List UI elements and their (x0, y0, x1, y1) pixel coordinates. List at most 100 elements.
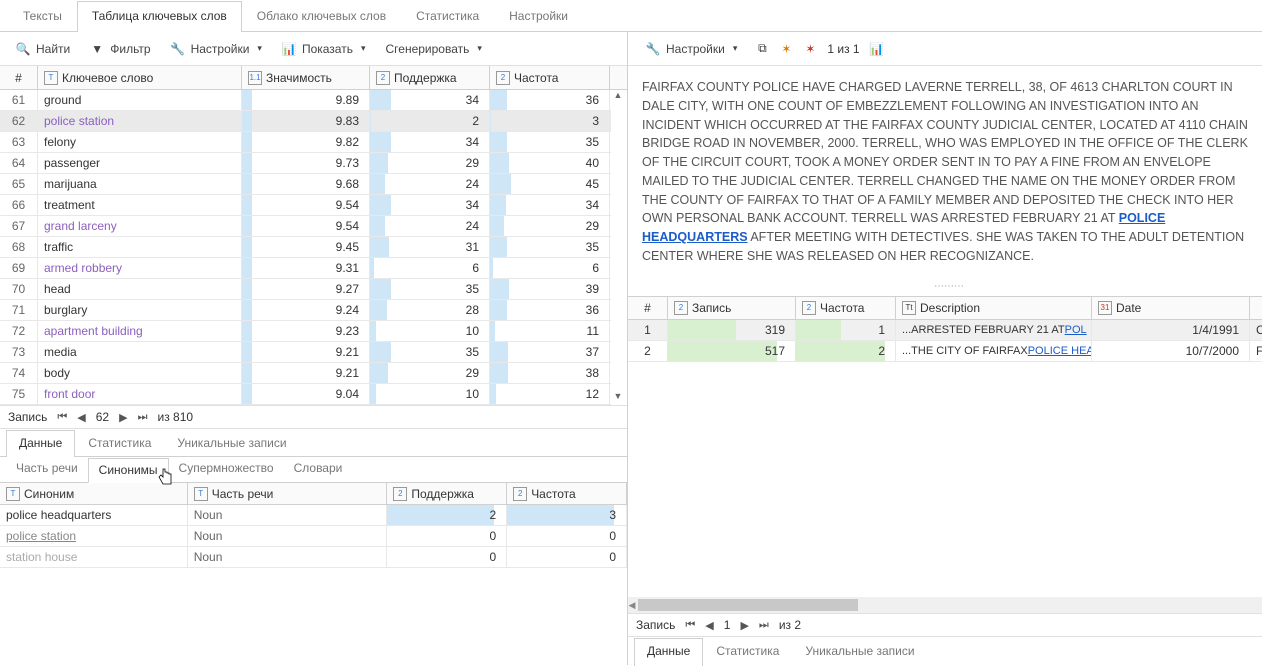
keyword-cell: media (38, 342, 242, 362)
table-row[interactable]: 73media9.213537 (0, 342, 611, 363)
significance-cell: 9.31 (242, 258, 370, 278)
tab-keyword-cloud[interactable]: Облако ключевых слов (242, 1, 401, 32)
row-number: 65 (0, 174, 38, 194)
innertab-superset[interactable]: Супермножество (169, 457, 284, 482)
significance-cell: 9.73 (242, 153, 370, 173)
table-row[interactable]: 70head9.273539 (0, 279, 611, 300)
scroll-thumb[interactable] (638, 599, 858, 611)
dcol-date[interactable]: 31Date (1092, 297, 1250, 319)
description-cell: ...ARRESTED FEBRUARY 21 AT POL (896, 320, 1092, 340)
support-cell: 2 (370, 111, 490, 131)
tab-statistics[interactable]: Статистика (401, 1, 494, 32)
grid-header: # TКлючевое слово 1.1Значимость 2Поддерж… (0, 66, 627, 90)
table-row[interactable]: 66treatment9.543434 (0, 195, 611, 216)
last-record-button[interactable]: ⏭ (138, 411, 148, 424)
support-cell: 0 (387, 526, 507, 546)
prev-record-button[interactable]: ◀ (77, 411, 85, 424)
row-number: 1 (628, 320, 668, 340)
dcol-description[interactable]: TtDescription (896, 297, 1092, 319)
col-pos[interactable]: TЧасть речи (188, 483, 388, 504)
significance-cell: 9.27 (242, 279, 370, 299)
settings-button[interactable]: 🔧Настройки▾ (163, 38, 270, 60)
col-synonym[interactable]: TСиноним (0, 483, 188, 504)
rsubtab-data[interactable]: Данные (634, 638, 703, 666)
table-row[interactable]: 65marijuana9.682445 (0, 174, 611, 195)
table-row[interactable]: 64passenger9.732940 (0, 153, 611, 174)
scroll-up-icon[interactable]: ▲ (611, 90, 625, 104)
scroll-down-icon[interactable]: ▼ (611, 391, 625, 405)
row-number: 70 (0, 279, 38, 299)
first-record-button[interactable]: ⏮ (57, 411, 67, 424)
tab-settings[interactable]: Настройки (494, 1, 583, 32)
table-row[interactable]: 71burglary9.242836 (0, 300, 611, 321)
record-cell: 319 (668, 320, 796, 340)
right-pager: Запись ⏮ ◀ 1 ▶ ⏭ из 2 (628, 613, 1262, 637)
col-header-keyword[interactable]: TКлючевое слово (38, 66, 242, 89)
article-pre: FAIRFAX COUNTY POLICE HAVE CHARGED LAVER… (642, 80, 1248, 225)
frequency-cell: 0 (507, 547, 627, 567)
table-row[interactable]: 75front door9.041012 (0, 384, 611, 405)
next-record-button[interactable]: ▶ (119, 411, 127, 424)
grid-body[interactable]: 61ground9.89343662police station9.832363… (0, 90, 611, 405)
chart-icon[interactable]: 📊 (870, 42, 884, 56)
keyword-cell: treatment (38, 195, 242, 215)
frequency-cell: 6 (490, 258, 610, 278)
row-number: 73 (0, 342, 38, 362)
filter-button[interactable]: ▼Фильтр (82, 38, 158, 60)
table-row[interactable]: 68traffic9.453135 (0, 237, 611, 258)
table-row[interactable]: 74body9.212938 (0, 363, 611, 384)
synonym-row[interactable]: police headquartersNoun23 (0, 505, 627, 526)
synonym-row[interactable]: police stationNoun00 (0, 526, 627, 547)
subtab-data[interactable]: Данные (6, 430, 75, 457)
show-button[interactable]: 📊Показать▾ (274, 38, 374, 60)
last-record-button[interactable]: ⏭ (759, 619, 769, 632)
col-header-frequency[interactable]: 2Частота (490, 66, 610, 89)
col-header-support[interactable]: 2Поддержка (370, 66, 490, 89)
subtab-stats[interactable]: Статистика (75, 430, 164, 457)
dcol-number[interactable]: # (628, 297, 668, 319)
row-number: 72 (0, 321, 38, 341)
row-number: 67 (0, 216, 38, 236)
dcol-record[interactable]: 2Запись (668, 297, 796, 319)
table-row[interactable]: 67grand larceny9.542429 (0, 216, 611, 237)
rsubtab-unique[interactable]: Уникальные записи (792, 638, 927, 666)
horizontal-scrollbar[interactable]: ◀ ▶ (628, 597, 1262, 613)
first-record-button[interactable]: ⏮ (685, 619, 695, 632)
prev-record-button[interactable]: ◀ (705, 619, 713, 632)
innertab-dicts[interactable]: Словари (284, 457, 353, 482)
window-icon[interactable]: ⧉ (755, 42, 769, 56)
pos-cell: Noun (188, 547, 388, 567)
next-record-button[interactable]: ▶ (740, 619, 748, 632)
innertab-pos[interactable]: Часть речи (6, 457, 88, 482)
chevron-down-icon: ▾ (361, 43, 366, 54)
detail-row[interactable]: 25172...THE CITY OF FAIRFAX POLICE HEA10… (628, 341, 1262, 362)
dcol-frequency[interactable]: 2Частота (796, 297, 896, 319)
subtab-unique[interactable]: Уникальные записи (164, 430, 299, 457)
left-pager: Запись ⏮ ◀ 62 ▶ ⏭ из 810 (0, 405, 627, 429)
table-row[interactable]: 72apartment building9.231011 (0, 321, 611, 342)
dcol-extra[interactable] (1250, 297, 1262, 319)
innertab-synonyms[interactable]: Синонимы (88, 458, 169, 483)
col-header-number[interactable]: # (0, 66, 38, 89)
tab-texts[interactable]: Тексты (8, 1, 77, 32)
generate-button[interactable]: Сгенерировать▾ (377, 38, 489, 60)
synonym-row[interactable]: station houseNoun00 (0, 547, 627, 568)
find-button[interactable]: 🔍Найти (8, 38, 78, 60)
table-row[interactable]: 62police station9.8323 (0, 111, 611, 132)
col-header-significance[interactable]: 1.1Значимость (242, 66, 370, 89)
scroll-left-icon[interactable]: ◀ (628, 600, 636, 611)
star-left-icon[interactable]: ✶ (803, 42, 817, 56)
col-frequency[interactable]: 2Частота (507, 483, 627, 504)
detail-row[interactable]: 13191...ARRESTED FEBRUARY 21 AT POL1/4/1… (628, 320, 1262, 341)
support-cell: 34 (370, 195, 490, 215)
tab-keyword-table[interactable]: Таблица ключевых слов (77, 1, 242, 32)
table-row[interactable]: 69armed robbery9.3166 (0, 258, 611, 279)
col-support[interactable]: 2Поддержка (387, 483, 507, 504)
splitter[interactable]: ⋯⋯⋯ (628, 278, 1262, 296)
rsubtab-stats[interactable]: Статистика (703, 638, 792, 666)
table-row[interactable]: 63felony9.823435 (0, 132, 611, 153)
right-settings-button[interactable]: 🔧Настройки▾ (638, 38, 745, 60)
vertical-scroll[interactable]: ▲ ▼ (611, 90, 627, 405)
star-icon[interactable]: ✶ (779, 42, 793, 56)
table-row[interactable]: 61ground9.893436 (0, 90, 611, 111)
